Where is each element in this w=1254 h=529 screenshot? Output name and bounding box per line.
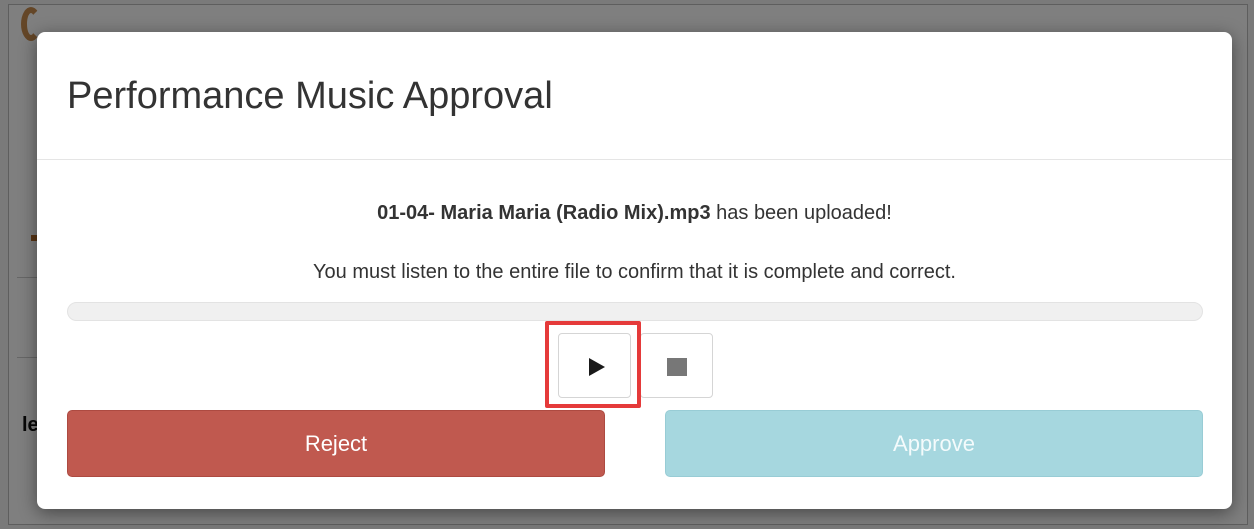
upload-status-text: has been uploaded! [710, 202, 892, 224]
listen-instruction: You must listen to the entire file to co… [313, 261, 956, 283]
uploaded-filename: 01-04- Maria Maria (Radio Mix).mp3 [377, 202, 711, 224]
playback-progress-bar[interactable] [67, 302, 1203, 321]
play-icon [589, 358, 605, 376]
modal-header: Performance Music Approval [37, 32, 1232, 160]
play-button[interactable] [558, 333, 631, 398]
upload-message: 01-04- Maria Maria (Radio Mix).mp3 has b… [37, 201, 1232, 225]
stop-icon [667, 358, 687, 376]
modal-title: Performance Music Approval [67, 75, 553, 117]
stop-button[interactable] [640, 333, 713, 398]
approve-button[interactable]: Approve [665, 410, 1203, 477]
music-approval-modal: Performance Music Approval 01-04- Maria … [37, 32, 1232, 509]
reject-button[interactable]: Reject [67, 410, 605, 477]
